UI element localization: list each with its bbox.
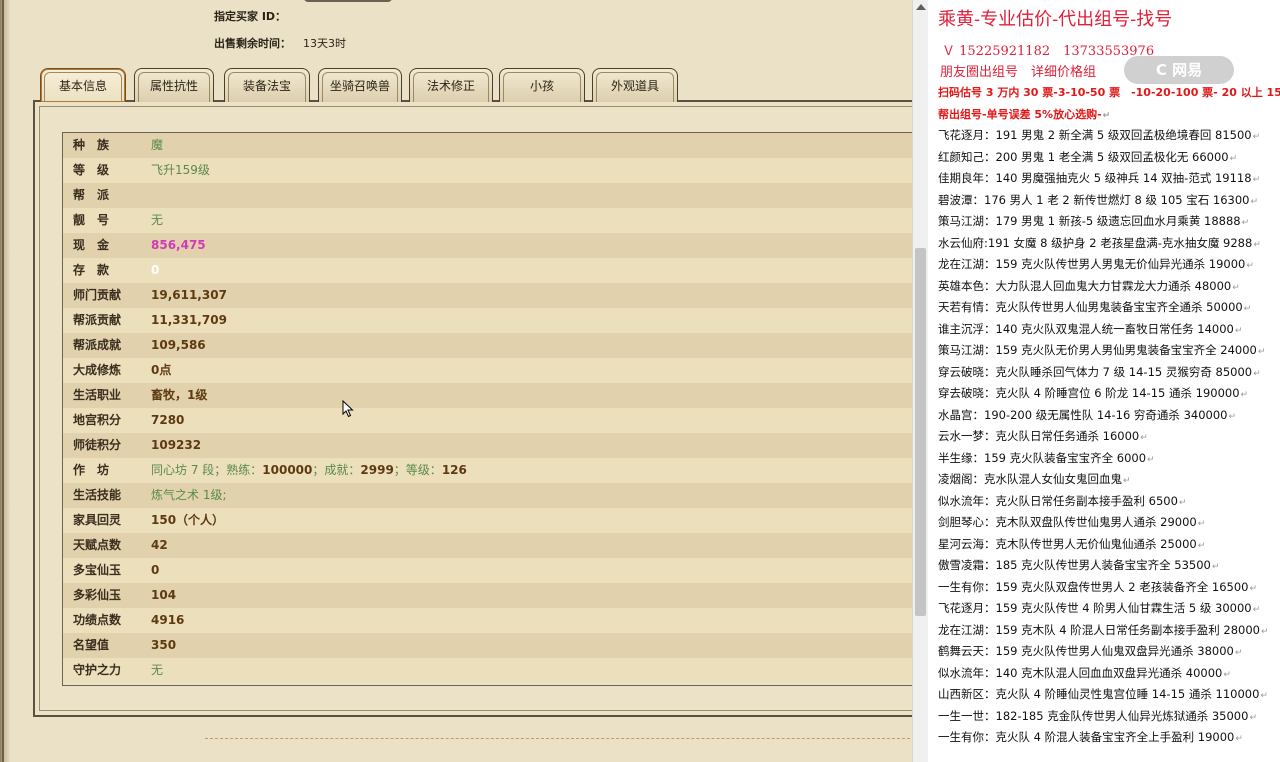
table-row: 师门贡献 19,611,307 — [63, 283, 912, 308]
list-item: 山西新区：克火队 4 阶睡仙灵性鬼宫位睡 14-15 通杀 110000↵ — [938, 687, 1268, 701]
table-row: 靓 号无 — [63, 208, 912, 233]
list-item: 策马江湖：159 克火队无价男人男仙男鬼装备宝宝齐全 24000↵ — [938, 343, 1266, 357]
tab-mounts-pets[interactable]: 坐骑召唤兽 — [318, 68, 402, 102]
list-item: 鹤舞云天：159 克火队传世男人仙鬼双盘异光通杀 38000↵ — [938, 644, 1243, 658]
table-row: 生活技能 炼气之术 1级; — [63, 483, 912, 508]
list-item: 龙在江湖：159 克木队 4 阶混人日常任务副本接手盈利 28000↵ — [938, 622, 1269, 637]
list-item: 飞花逐月：159 克火队传世 4 阶男人仙甘霖生活 5 级 30000↵ — [938, 601, 1261, 615]
list-item: 凌烟阁：克水队混人女仙女鬼回血鬼↵ — [938, 472, 1131, 486]
table-row: 师徒积分 109232 — [63, 433, 912, 458]
service-title: 乘黄-专业估价-代出组号-找号 — [938, 9, 1173, 30]
table-row: 守护之力无 — [63, 658, 912, 683]
top-button[interactable] — [304, 0, 392, 2]
table-row: 存 款0 — [63, 258, 912, 283]
list-item: 龙在江湖：159 克火队传世男人男鬼无价仙异光通杀 19000↵ — [938, 257, 1254, 271]
mouse-cursor-icon — [342, 400, 354, 418]
tab-appearance[interactable]: 外观道具 — [592, 68, 678, 102]
tab-equipment[interactable]: 装备法宝 — [224, 68, 310, 102]
tab-basic-info[interactable]: 基本信息 — [40, 68, 126, 102]
list-item: 云水一梦：克火队日常任务通杀 16000↵ — [938, 429, 1148, 443]
account-list: 飞花逐月：191 男鬼 2 新全满 5 级双回孟极绝境春回 81500↵ 红颜知己… — [938, 125, 1278, 749]
table-row: 现 金 856,475 — [63, 233, 912, 258]
game-panel: 指定买家 ID： 出售剩余时间： 13天3时 基本信息 属性抗性 装备法宝 坐骑… — [0, 0, 912, 762]
list-item: 星河云海：克木队传世男人无价仙鬼仙通杀 25000↵ — [938, 536, 1206, 551]
list-item: 天若有情：克火队传世男人仙男鬼装备宝宝齐全通杀 50000↵ — [938, 300, 1252, 314]
list-item: 似水流年：140 克木队混人回血血双盘异光通杀 40000↵ — [938, 665, 1231, 680]
tab-attributes[interactable]: 属性抗性 — [134, 68, 214, 102]
list-item: 英雄本色：大力队混人回血鬼大力甘霖龙大力通杀 48000↵ — [938, 278, 1240, 293]
pricing-note: 扫码估号 3 万内 30 票-3-10-50 票 -10-20-100 票- 2… — [938, 86, 1280, 99]
list-item: 佳期良年：140 男魔强抽克火 5 级神兵 14 双抽-范式 19118↵ — [938, 171, 1261, 185]
table-row: 功绩点数 4916 — [63, 608, 912, 633]
table-row: 生活职业 畜牧，1级 — [63, 383, 912, 408]
screen: 指定买家 ID： 出售剩余时间： 13天3时 基本信息 属性抗性 装备法宝 坐骑… — [0, 0, 1280, 762]
list-item: 碧波潭：176 男人 1 老 2 新传世燃灯 8 级 105 宝石 16300↵ — [938, 192, 1259, 207]
vertical-scrollbar[interactable] — [912, 0, 928, 762]
table-row: 帮 派 — [63, 183, 912, 208]
list-item: 似水流年：克火队日常任务副本接手盈利 6500↵ — [938, 493, 1187, 508]
table-row: 多彩仙玉 104 — [63, 583, 912, 608]
workshop-value: 同心坊 7 段；熟练：100000；成就：2999；等级：126 — [151, 463, 467, 477]
list-item: 穿云破晓：克火队睡杀回气体力 7 级 14-15 灵猴穷奇 85000↵ — [938, 364, 1261, 379]
table-row: 名望值 350 — [63, 633, 912, 658]
table-row: 家具回灵 150（个人） — [63, 508, 912, 533]
list-item: 谁主沉浮：140 克火队双鬼混人统一畜牧日常任务 14000↵ — [938, 321, 1243, 336]
tab-spell-correction[interactable]: 法术修正 — [409, 68, 493, 102]
table-row: 天赋点数 42 — [63, 533, 912, 558]
moments-note: 朋友圈出组号 详细价格组 — [940, 65, 1097, 80]
divider — [205, 738, 912, 739]
list-item: 一生一世：182-185 克金队传世男人仙异光炼狱通杀 35000↵ — [938, 708, 1257, 723]
list-item: 半生缘：159 克火队装备宝宝齐全 6000↵ — [938, 450, 1155, 465]
table-row: 帮派贡献 11,331,709 — [63, 308, 912, 333]
table-row: 多宝仙玉 0 — [63, 558, 912, 583]
group-note: 帮出组号-单号误差 5%放心选购-↵ — [938, 108, 1111, 121]
table-row: 大成修炼 0点 — [63, 358, 912, 383]
scrollbar-thumb[interactable] — [915, 248, 926, 616]
list-item: 傲雪凌霜：185 克火队传世男人装备宝宝齐全 53500↵ — [938, 558, 1220, 572]
listing-panel: 乘黄-专业估价-代出组号-找号 Ｖ 15225921182 1373355397… — [928, 0, 1280, 762]
list-item: 策马江湖：179 男鬼 1 新孩-5 级遗忘回血水月乘黄 18888↵ — [938, 214, 1250, 228]
list-item: 一生有你：159 克火队双盘传世男人 2 老孩装备齐全 16500↵ — [938, 579, 1258, 594]
netease-watermark-icon: C 网易 — [1124, 56, 1234, 84]
window-border — [0, 0, 10, 762]
list-item: 穿去破晓：克火队 4 阶睡宫位 6 阶龙 14-15 通杀 190000↵ — [938, 386, 1249, 400]
scroll-up-icon[interactable] — [916, 4, 926, 10]
buyer-id-label: 指定买家 ID： — [214, 10, 287, 23]
table-row: 等 级飞升159级 — [63, 158, 912, 183]
table-row: 作 坊 同心坊 7 段；熟练：100000；成就：2999；等级：126 — [63, 458, 912, 483]
basic-info-table: 种 族魔 等 级飞升159级 帮 派 靓 号无 现 金 856,475 存 款0 … — [62, 132, 912, 686]
remaining-time-label: 出售剩余时间： — [214, 37, 291, 50]
table-row: 帮派成就 109,586 — [63, 333, 912, 358]
table-row: 地宫积分 7280 — [63, 408, 912, 433]
list-item: 飞花逐月：191 男鬼 2 新全满 5 级双回孟极绝境春回 81500↵ — [938, 128, 1261, 142]
tab-children[interactable]: 小孩 — [499, 68, 585, 102]
list-item: 水云仙府:191 女魔 8 级护身 2 老孩星盘满-克水抽女魔 9288↵ — [938, 235, 1261, 250]
list-item: 水晶宫：190-200 级无属性队 14-16 穷奇通杀 340000↵ — [938, 407, 1237, 422]
table-row: 种 族魔 — [63, 133, 912, 158]
remaining-time-value: 13天3时 — [303, 37, 346, 50]
contact-numbers: Ｖ 15225921182 13733553976 — [942, 44, 1155, 59]
list-item: 剑胆琴心：克木队双盘队传世仙鬼男人通杀 29000↵ — [938, 515, 1206, 529]
list-item: 一生有你：克火队 4 阶混人装备宝宝齐全上手盈利 19000↵ — [938, 730, 1243, 744]
list-item: 红颜知己：200 男鬼 1 老全满 5 级双回孟极化无 66000↵ — [938, 149, 1238, 164]
